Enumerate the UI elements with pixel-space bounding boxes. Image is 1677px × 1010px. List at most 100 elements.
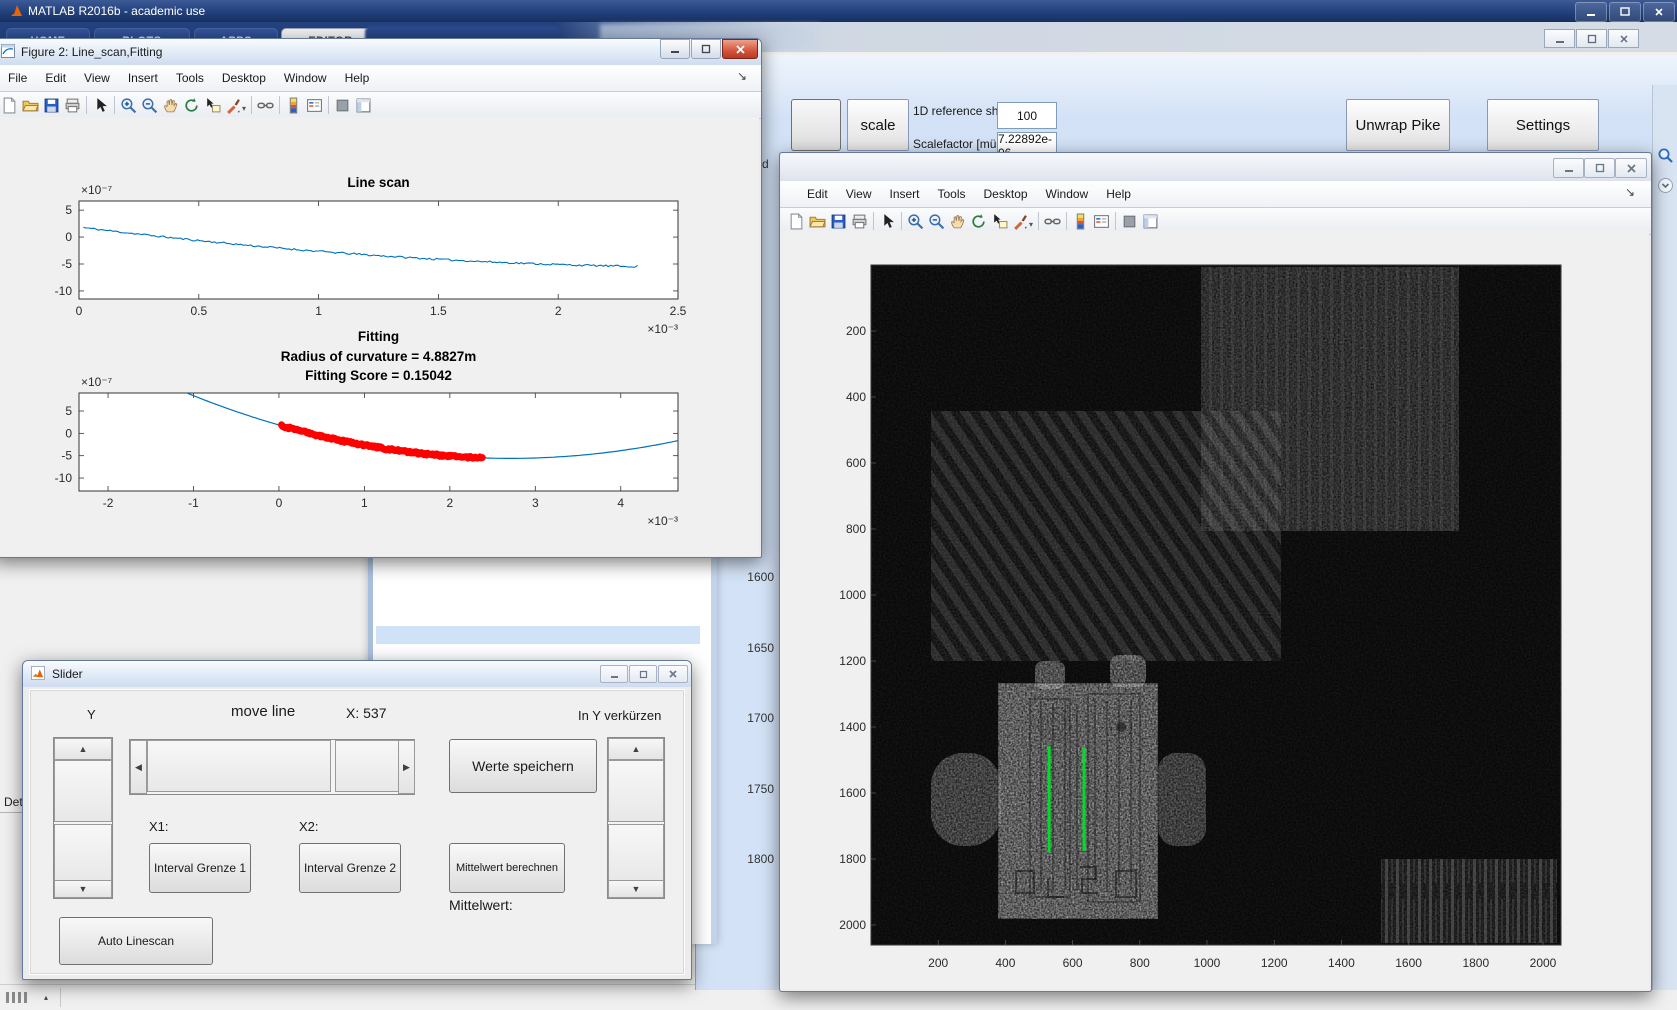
link-plots-icon[interactable] [255, 95, 276, 116]
auto-linescan-button[interactable]: Auto Linescan [59, 917, 213, 965]
pan-hand-icon[interactable] [160, 95, 181, 116]
close-button[interactable] [722, 39, 758, 59]
menu-insert[interactable]: Insert [119, 67, 167, 89]
slider-track-left[interactable] [147, 740, 331, 792]
wrapped-image-canvas[interactable]: 2004006008001000120014001600180020002004… [780, 231, 1649, 989]
zoom-out-icon[interactable] [926, 211, 947, 232]
unwrap-pike-button[interactable]: Unwrap Pike [1346, 99, 1450, 151]
close-button[interactable] [1615, 158, 1647, 178]
menu-desktop[interactable]: Desktop [975, 183, 1037, 205]
search-icon[interactable] [1657, 147, 1674, 169]
menu-desktop[interactable]: Desktop [213, 67, 275, 89]
print-icon[interactable] [849, 211, 870, 232]
docked-restore-button[interactable] [1576, 29, 1607, 48]
close-button[interactable] [658, 665, 688, 683]
brush-dropdown-icon[interactable]: ▾ [1029, 220, 1033, 229]
plain-square-icon[interactable] [1119, 211, 1140, 232]
plot-tools-icon[interactable] [1140, 211, 1161, 232]
insert-colorbar-icon[interactable] [283, 95, 304, 116]
rotate-3d-icon[interactable] [181, 95, 202, 116]
rotate-3d-icon[interactable] [968, 211, 989, 232]
scroll-track-lower[interactable] [608, 824, 664, 882]
menu-help[interactable]: Help [336, 67, 379, 89]
scroll-up-arrow[interactable]: ▲ [608, 738, 664, 760]
menu-tools[interactable]: Tools [167, 67, 213, 89]
link-plots-icon[interactable] [1042, 211, 1063, 232]
brush-dropdown-icon[interactable]: ▾ [242, 104, 246, 113]
menu-view[interactable]: View [75, 67, 119, 89]
y-scrollbar[interactable]: ▲ ▼ [53, 737, 113, 899]
menu-help[interactable]: Help [1097, 183, 1140, 205]
new-file-icon[interactable] [0, 95, 20, 116]
save-icon[interactable] [828, 211, 849, 232]
brush-icon[interactable] [223, 95, 244, 116]
docked-close-button[interactable] [1608, 29, 1639, 48]
plot-tools-icon[interactable] [353, 95, 374, 116]
resize-grip-icon[interactable] [6, 991, 40, 1009]
cursor-arrow-icon[interactable] [877, 211, 898, 232]
minimize-button[interactable] [660, 39, 690, 59]
scale-button[interactable]: scale [847, 99, 909, 151]
statusbar-expand-icon[interactable]: ▴ [44, 993, 48, 1002]
scroll-down-arrow[interactable]: ▼ [54, 880, 112, 898]
minimize-button[interactable] [1553, 158, 1584, 178]
scroll-up-arrow[interactable]: ▲ [54, 738, 112, 760]
scroll-down-arrow[interactable]: ▼ [608, 880, 664, 898]
svg-text:-5: -5 [61, 257, 72, 271]
open-folder-icon[interactable] [20, 95, 41, 116]
settings-button[interactable]: Settings [1487, 99, 1599, 151]
scroll-track-upper[interactable] [608, 760, 664, 822]
slider-thumb[interactable] [335, 740, 399, 792]
menu-tools[interactable]: Tools [929, 183, 975, 205]
dock-arrow-icon[interactable]: ↘ [737, 69, 747, 83]
interval-limit1-button[interactable]: Interval Grenze 1 [149, 843, 251, 893]
data-cursor-icon[interactable] [989, 211, 1010, 232]
close-button[interactable] [1643, 2, 1675, 22]
maximize-button[interactable] [1584, 158, 1615, 178]
menu-insert[interactable]: Insert [880, 183, 928, 205]
zoom-in-icon[interactable] [905, 211, 926, 232]
scroll-track-lower[interactable] [54, 824, 112, 882]
figure2-caption-buttons [659, 39, 758, 59]
menu-edit[interactable]: Edit [36, 67, 75, 89]
data-cursor-icon[interactable] [202, 95, 223, 116]
plain-square-icon[interactable] [332, 95, 353, 116]
menu-view[interactable]: View [837, 183, 881, 205]
menu-edit[interactable]: Edit [798, 183, 837, 205]
new-file-icon[interactable] [786, 211, 807, 232]
save-values-button[interactable]: Werte speichern [449, 739, 597, 793]
minimize-button[interactable] [600, 665, 628, 683]
interval-limit2-button[interactable]: Interval Grenze 2 [299, 843, 401, 893]
maximize-button[interactable] [691, 39, 721, 59]
move-line-slider[interactable]: ◀ ▶ [129, 739, 415, 795]
zoom-out-icon[interactable] [139, 95, 160, 116]
open-folder-icon[interactable] [807, 211, 828, 232]
insert-legend-icon[interactable] [1091, 211, 1112, 232]
menu-window[interactable]: Window [275, 67, 336, 89]
maximize-button[interactable] [1609, 2, 1641, 22]
dock-arrow-icon[interactable]: ↘ [1625, 185, 1635, 199]
svg-text:5: 5 [65, 404, 72, 418]
scroll-track-upper[interactable] [54, 760, 112, 822]
slider-left-arrow[interactable]: ◀ [130, 740, 147, 794]
zoom-in-icon[interactable] [118, 95, 139, 116]
pan-hand-icon[interactable] [947, 211, 968, 232]
save-icon[interactable] [41, 95, 62, 116]
ref-shift-input[interactable]: 100 [997, 102, 1057, 129]
x2-label: X2: [299, 819, 319, 834]
insert-colorbar-icon[interactable] [1070, 211, 1091, 232]
print-icon[interactable] [62, 95, 83, 116]
expand-panel-icon[interactable] [1657, 177, 1674, 199]
cursor-arrow-icon[interactable] [90, 95, 111, 116]
maximize-button[interactable] [629, 665, 657, 683]
compute-mean-button[interactable]: Mittelwert berechnen [449, 843, 565, 893]
menu-file[interactable]: File [0, 67, 36, 89]
slider-right-arrow[interactable]: ▶ [398, 740, 415, 794]
docked-minimize-button[interactable] [1544, 29, 1575, 48]
insert-legend-icon[interactable] [304, 95, 325, 116]
minimize-button[interactable] [1575, 2, 1607, 22]
partial-hidden-button[interactable] [791, 99, 841, 151]
shorten-y-scrollbar[interactable]: ▲ ▼ [607, 737, 665, 899]
menu-window[interactable]: Window [1037, 183, 1098, 205]
brush-icon[interactable] [1010, 211, 1031, 232]
